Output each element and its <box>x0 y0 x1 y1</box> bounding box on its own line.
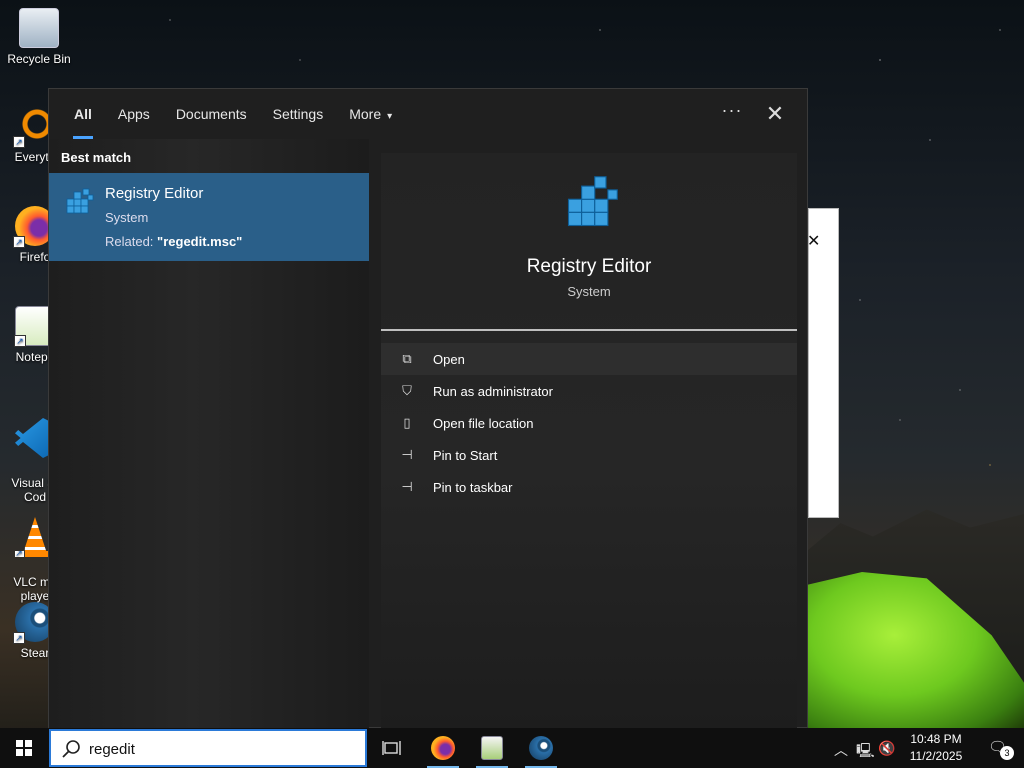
app-preview: Registry Editor System <box>381 153 797 329</box>
app-name: Registry Editor <box>526 256 652 277</box>
results-list: Best match Registry Editor System Relate… <box>49 139 369 729</box>
detail-pane: Registry Editor System ⧉ Open ⛉ Run as a… <box>381 153 797 729</box>
pin-icon: ⊣ <box>401 447 413 462</box>
recycle-bin-icon <box>19 8 59 48</box>
search-panel: All Apps Documents Settings More ▾ ··· ✕ … <box>48 88 809 729</box>
chevron-up-icon[interactable]: ︿ <box>834 740 848 760</box>
steam-icon <box>529 736 553 760</box>
background-window[interactable]: ✕ <box>807 208 839 518</box>
more-options-button[interactable]: ··· <box>719 101 745 127</box>
volume-muted-icon[interactable]: 🔇 <box>878 740 895 757</box>
task-view-button[interactable] <box>370 728 414 768</box>
shortcut-arrow-icon: ↗ <box>15 448 25 458</box>
action-open-file-location[interactable]: ▯ Open file location <box>381 407 797 439</box>
best-match-heading: Best match <box>61 150 132 165</box>
action-label: Run as administrator <box>433 383 553 399</box>
open-icon: ⧉ <box>402 351 412 366</box>
taskbar-app-firefox[interactable] <box>421 728 465 768</box>
close-button[interactable]: ✕ <box>761 101 789 129</box>
clock-time: 10:48 PM <box>910 732 962 746</box>
pin-icon: ⊣ <box>401 479 413 494</box>
registry-editor-icon <box>66 188 94 214</box>
tab-all[interactable]: All <box>61 89 105 139</box>
chevron-down-icon: ▾ <box>387 111 393 122</box>
tab-more[interactable]: More ▾ <box>336 89 405 139</box>
taskbar-search-box[interactable] <box>49 729 367 767</box>
registry-editor-icon <box>567 176 618 227</box>
shortcut-arrow-icon: ↗ <box>13 632 25 644</box>
action-label: Pin to taskbar <box>433 479 513 495</box>
action-label: Open <box>433 351 465 367</box>
close-icon[interactable]: ✕ <box>807 231 820 251</box>
shortcut-arrow-icon: ↗ <box>13 236 25 248</box>
shortcut-arrow-icon: ↗ <box>13 136 25 148</box>
firefox-icon <box>431 736 455 760</box>
action-center-button[interactable]: 🗨 3 <box>988 738 1014 760</box>
desktop-icon-recycle-bin[interactable]: Recycle Bin <box>4 8 74 66</box>
result-related: Related: "regedit.msc" <box>105 234 242 249</box>
tab-label: More <box>349 106 382 122</box>
notepad-plus-plus-icon <box>481 736 503 760</box>
search-icon <box>62 740 80 758</box>
windows-logo-icon <box>16 740 32 756</box>
tab-label: All <box>74 106 92 122</box>
taskbar-app-notepad-plus-plus[interactable] <box>470 728 514 768</box>
tab-label: Documents <box>175 106 247 122</box>
action-pin-to-taskbar[interactable]: ⊣ Pin to taskbar <box>381 471 797 503</box>
action-run-as-administrator[interactable]: ⛉ Run as administrator <box>381 375 797 407</box>
taskbar: ︿ 🖳 🔇 10:48 PM 11/2/2025 🗨 3 <box>0 728 1024 768</box>
tab-label: Apps <box>117 106 150 122</box>
shortcut-arrow-icon: ↗ <box>14 335 26 347</box>
start-button[interactable] <box>0 728 48 768</box>
related-prefix: Related: <box>105 234 158 249</box>
tab-settings[interactable]: Settings <box>260 89 337 139</box>
action-open[interactable]: ⧉ Open <box>381 343 797 375</box>
tab-label: Settings <box>272 106 324 122</box>
shield-icon: ⛉ <box>402 383 412 398</box>
taskbar-app-steam[interactable] <box>519 728 563 768</box>
result-type: System <box>105 210 149 225</box>
app-type: System <box>567 284 611 299</box>
result-name: Registry Editor <box>105 185 204 202</box>
tab-documents[interactable]: Documents <box>163 89 260 139</box>
action-pin-to-start[interactable]: ⊣ Pin to Start <box>381 439 797 471</box>
system-tray: ︿ 🖳 🔇 10:48 PM 11/2/2025 🗨 3 <box>834 728 1024 768</box>
related-value: "regedit.msc" <box>157 234 243 249</box>
best-match-result[interactable]: Registry Editor System Related: "regedit… <box>49 173 369 261</box>
tab-apps[interactable]: Apps <box>105 89 163 139</box>
folder-location-icon: ▯ <box>403 415 411 430</box>
task-view-icon <box>382 741 401 755</box>
divider <box>381 329 797 331</box>
search-tabs: All Apps Documents Settings More ▾ <box>49 89 809 139</box>
action-label: Pin to Start <box>433 447 498 463</box>
clock-date: 11/2/2025 <box>909 749 963 763</box>
desktop-icon-label: Recycle Bin <box>7 52 71 66</box>
shortcut-arrow-icon: ↗ <box>15 547 25 557</box>
search-input[interactable] <box>89 738 349 760</box>
action-label: Open file location <box>433 415 534 431</box>
notification-badge: 3 <box>1000 746 1014 760</box>
clock[interactable]: 10:48 PM 11/2/2025 <box>904 731 968 765</box>
network-icon[interactable]: 🖳 <box>856 740 875 764</box>
